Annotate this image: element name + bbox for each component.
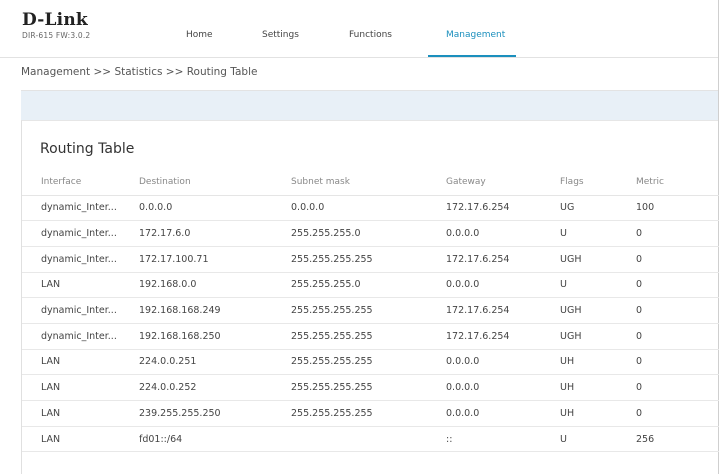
gateway-cell: 172.17.6.254 [446,195,560,222]
metric-cell: 0 [636,374,719,401]
subnet-mask-cell [291,426,446,453]
column-header-gateway: Gateway [446,169,560,196]
destination-cell: 192.168.0.0 [139,272,291,299]
flags-cell: U [560,272,636,299]
interface-cell: LAN [22,349,139,376]
flags-cell: U [560,426,636,453]
flags-cell: UG [560,195,636,222]
metric-cell: 0 [636,246,719,273]
breadcrumb: Management >> Statistics >> Routing Tabl… [21,66,258,78]
metric-cell: 0 [636,220,719,247]
gateway-cell: 172.17.6.254 [446,323,560,350]
gateway-cell: :: [446,426,560,453]
subnet-mask-cell: 0.0.0.0 [291,195,446,222]
metric-cell: 256 [636,426,719,453]
interface-cell: dynamic_Inter... [22,323,139,350]
table-row: dynamic_Inter... 172.17.6.0 255.255.255.0 0… [22,220,719,247]
subnet-mask-cell: 255.255.255.255 [291,297,446,324]
flags-cell: UGH [560,297,636,324]
page-frame: D-Link DIR-615 FW:3.0.2 Home Settings Fu… [0,0,719,474]
metric-cell: 0 [636,323,719,350]
destination-cell: 224.0.0.251 [139,349,291,376]
metric-cell: 0 [636,297,719,324]
gateway-cell: 0.0.0.0 [446,349,560,376]
metric-cell: 0 [636,349,719,376]
nav-management[interactable]: Management [446,30,505,40]
interface-cell: dynamic_Inter... [22,195,139,222]
gateway-cell: 0.0.0.0 [446,374,560,401]
flags-cell: UH [560,349,636,376]
nav-home[interactable]: Home [186,30,213,40]
panel-title: Routing Table [40,141,135,157]
flags-cell: UGH [560,323,636,350]
column-header-destination: Destination [139,169,291,196]
column-header-subnet-mask: Subnet mask [291,169,446,196]
nav-functions[interactable]: Functions [349,30,392,40]
interface-cell: dynamic_Inter... [22,220,139,247]
column-header-flags: Flags [560,169,636,196]
gateway-cell: 172.17.6.254 [446,297,560,324]
subnet-mask-cell: 255.255.255.0 [291,220,446,247]
metric-cell: 0 [636,272,719,299]
table-row: dynamic_Inter... 192.168.168.249 255.255.2… [22,297,719,324]
interface-cell: LAN [22,426,139,453]
interface-cell: LAN [22,272,139,299]
destination-cell: 172.17.6.0 [139,220,291,247]
interface-cell: LAN [22,400,139,427]
destination-cell: 224.0.0.252 [139,374,291,401]
flags-cell: U [560,220,636,247]
routing-table-panel: Routing Table Interface Destination Subn… [21,120,719,474]
subnet-mask-cell: 255.255.255.255 [291,246,446,273]
subnet-mask-cell: 255.255.255.0 [291,272,446,299]
interface-cell: dynamic_Inter... [22,297,139,324]
dlink-logo: D-Link DIR-615 FW:3.0.2 [22,11,90,40]
subnet-mask-cell: 255.255.255.255 [291,323,446,350]
top-header: D-Link DIR-615 FW:3.0.2 Home Settings Fu… [0,0,718,58]
interface-cell: dynamic_Inter... [22,246,139,273]
routing-table-body: dynamic_Inter... 0.0.0.0 0.0.0.0 172.17.6.2… [22,195,719,453]
table-row: dynamic_Inter... 172.17.100.71 255.255.255… [22,246,719,273]
metric-cell: 0 [636,400,719,427]
subnet-mask-cell: 255.255.255.255 [291,400,446,427]
table-row: LAN 224.0.0.252 255.255.255.255 0.0.0.0 UH 0 [22,374,719,401]
destination-cell: 192.168.168.250 [139,323,291,350]
interface-cell: LAN [22,374,139,401]
table-row: LAN 239.255.255.250 255.255.255.255 0.0.0.0… [22,400,719,427]
flags-cell: UGH [560,246,636,273]
gateway-cell: 172.17.6.254 [446,246,560,273]
flags-cell: UH [560,400,636,427]
model-firmware-label: DIR-615 FW:3.0.2 [22,31,91,40]
gateway-cell: 0.0.0.0 [446,400,560,427]
routing-table: Interface Destination Subnet mask Gatewa… [22,169,719,453]
column-header-metric: Metric [636,169,719,196]
gateway-cell: 0.0.0.0 [446,220,560,247]
info-band [21,91,718,120]
destination-cell: 0.0.0.0 [139,195,291,222]
destination-cell: 239.255.255.250 [139,400,291,427]
destination-cell: 172.17.100.71 [139,246,291,273]
table-row: LAN fd01::/64:: U 256 [22,426,719,453]
subnet-mask-cell: 255.255.255.255 [291,349,446,376]
table-row: dynamic_Inter... 0.0.0.0 0.0.0.0 172.17.6.2… [22,195,719,222]
destination-cell: fd01::/64 [139,426,291,453]
flags-cell: UH [560,374,636,401]
column-header-interface: Interface [22,169,139,196]
subnet-mask-cell: 255.255.255.255 [291,374,446,401]
table-row: LAN 192.168.0.0 255.255.255.0 0.0.0.0 U 0 [22,272,719,299]
table-header-row: Interface Destination Subnet mask Gatewa… [22,169,719,196]
logo-text: D-Link [22,10,88,30]
destination-cell: 192.168.168.249 [139,297,291,324]
gateway-cell: 0.0.0.0 [446,272,560,299]
table-row: dynamic_Inter... 192.168.168.250 255.255.2… [22,323,719,350]
nav-settings[interactable]: Settings [262,30,299,40]
metric-cell: 100 [636,195,719,222]
nav-active-indicator [428,55,516,57]
table-row: LAN 224.0.0.251 255.255.255.255 0.0.0.0 UH 0 [22,349,719,376]
